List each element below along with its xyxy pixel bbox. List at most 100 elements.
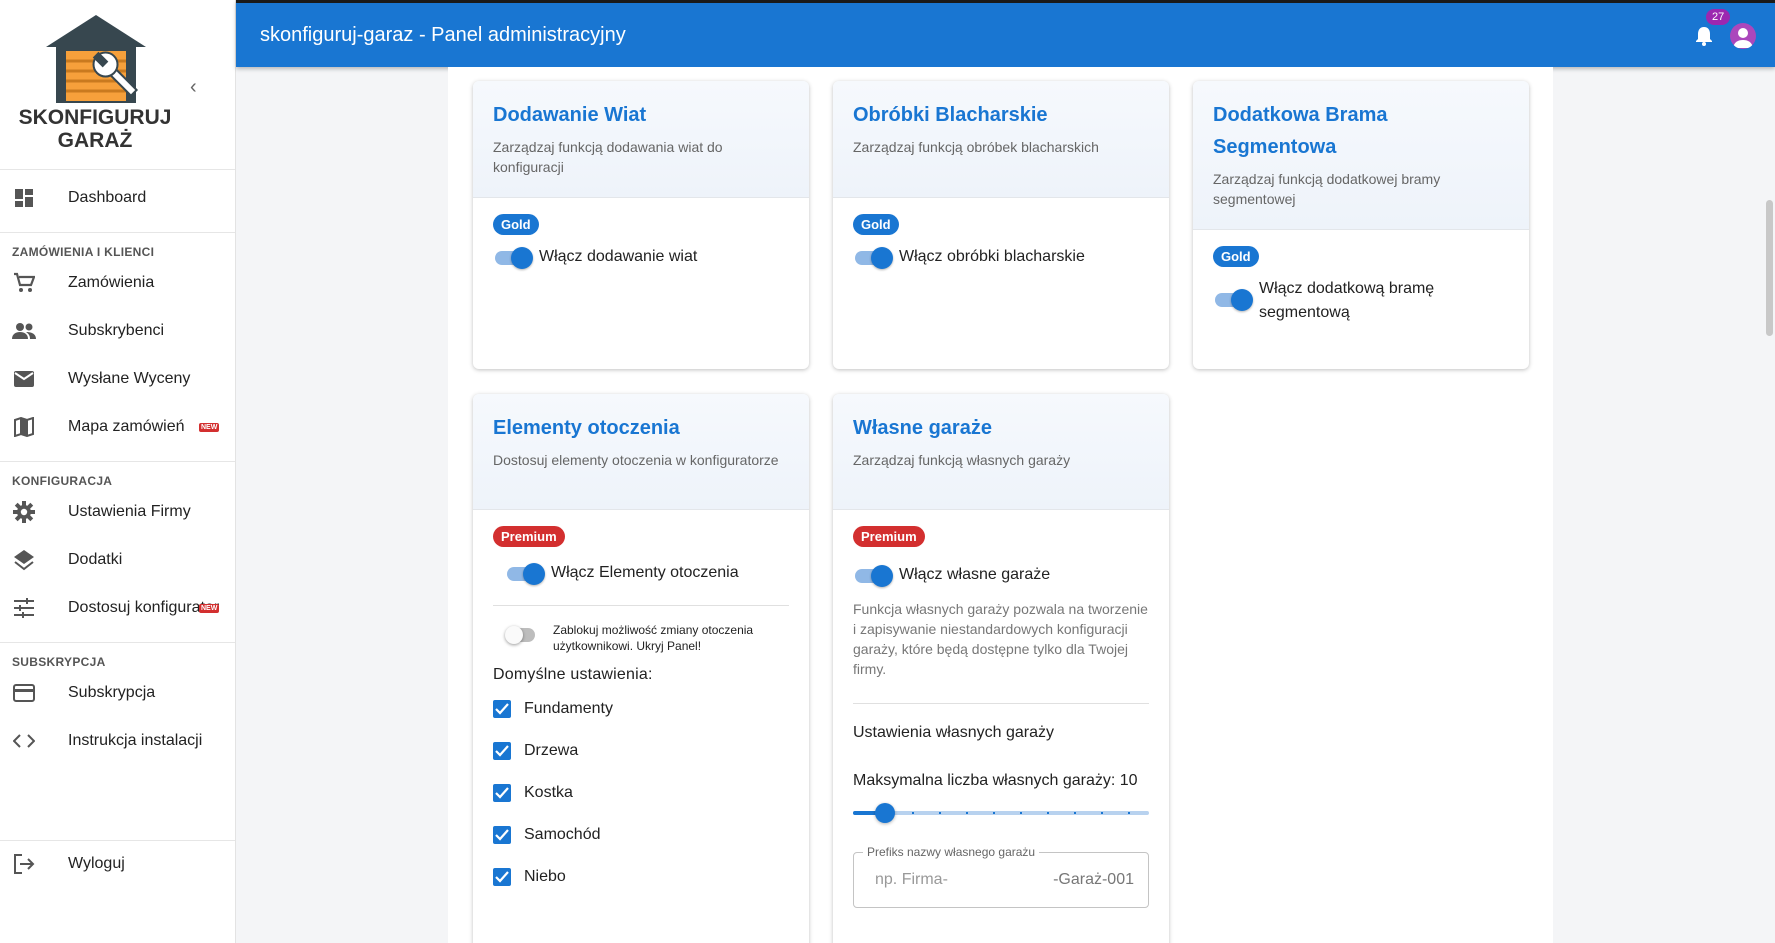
card-description: Zarządzaj funkcją dodatkowej bramy segme… xyxy=(1213,171,1441,207)
gold-badge: Gold xyxy=(1213,246,1259,267)
slider-step-mark xyxy=(1046,812,1049,814)
flashing-toggle[interactable] xyxy=(853,245,893,269)
checkbox-checked-icon[interactable] xyxy=(493,784,511,802)
carports-toggle[interactable] xyxy=(493,245,533,269)
layers-icon xyxy=(12,548,36,572)
toggle-label: Włącz własne garaże xyxy=(899,566,1051,583)
card-description: Zarządzaj funkcją dodawania wiat do konf… xyxy=(493,139,723,175)
max-garages-label: Maksymalna liczba własnych garaży: 10 xyxy=(853,772,1138,789)
checkbox-label: Fundamenty xyxy=(524,700,613,717)
sidebar-item-label: Wyloguj xyxy=(68,855,125,872)
checkbox-label: Kostka xyxy=(524,784,573,801)
slider-step-mark xyxy=(1073,812,1076,814)
card-flashing: Obróbki Blacharskie Zarządzaj funkcją ob… xyxy=(833,81,1169,369)
own-garages-settings-title: Ustawienia własnych garaży xyxy=(853,724,1054,741)
card-surroundings: Elementy otoczenia Dostosuj elementy oto… xyxy=(473,394,809,943)
sidebar-item-label: Dashboard xyxy=(68,189,147,206)
code-icon xyxy=(12,729,36,753)
slider-step-mark xyxy=(1019,812,1022,814)
checkbox-samochod[interactable]: Samochód xyxy=(493,814,789,856)
card-own-garages: Własne garaże Zarządzaj funkcją własnych… xyxy=(833,394,1169,943)
garage-logo-icon xyxy=(46,15,146,103)
avatar[interactable] xyxy=(1730,23,1756,49)
sidebar: SKONFIGURUJ GARAŻ ‹ Dashboard ZAMÓWIENIA… xyxy=(0,0,236,943)
own-garages-toggle[interactable] xyxy=(853,563,893,587)
checkbox-fundamenty[interactable]: Fundamenty xyxy=(493,688,789,730)
card-carports: Dodawanie Wiat Zarządzaj funkcją dodawan… xyxy=(473,81,809,369)
toggle-label: Włącz dodatkową bramę segmentową xyxy=(1259,280,1435,321)
sidebar-item-orders-map[interactable]: Mapa zamówień NEW xyxy=(0,403,235,451)
checkbox-niebo[interactable]: Niebo xyxy=(493,856,789,898)
sidebar-item-company-settings[interactable]: Ustawienia Firmy xyxy=(0,488,235,536)
slider-step-mark xyxy=(1100,812,1103,814)
garage-prefix-field[interactable]: Prefiks nazwy własnego garażu -Garaż-001 xyxy=(853,845,1149,908)
premium-badge: Premium xyxy=(853,526,925,547)
lock-surroundings-toggle[interactable] xyxy=(505,622,539,646)
section-title-config: KONFIGURACJA xyxy=(12,474,113,488)
extra-gate-toggle[interactable] xyxy=(1213,287,1253,311)
card-description: Zarządzaj funkcją własnych garaży xyxy=(853,452,1071,468)
section-title-orders: ZAMÓWIENIA I KLIENCI xyxy=(12,245,155,259)
own-garages-info: Funkcja własnych garaży pozwala na tworz… xyxy=(853,601,1148,677)
surroundings-toggle-row: Włącz Elementy otoczenia xyxy=(493,561,789,585)
flashing-toggle-row: Włącz obróbki blacharskie xyxy=(853,245,1149,269)
extra-gate-toggle-row: Włącz dodatkową bramę segmentową xyxy=(1213,277,1509,325)
sidebar-item-subscription[interactable]: Subskrypcja xyxy=(0,669,235,717)
toggle-label: Włącz Elementy otoczenia xyxy=(551,564,739,581)
tune-icon xyxy=(12,596,36,620)
slider-step-mark xyxy=(938,812,941,814)
sidebar-item-addons[interactable]: Dodatki xyxy=(0,536,235,584)
sidebar-item-label: Subskrypcja xyxy=(68,684,156,701)
cart-icon xyxy=(12,271,36,295)
surroundings-toggle[interactable] xyxy=(505,561,545,585)
credit-card-icon xyxy=(12,681,36,705)
defaults-checkbox-list: Fundamenty Drzewa Kostka Samochód Niebo xyxy=(493,688,789,898)
sidebar-item-logout[interactable]: Wyloguj xyxy=(0,840,235,888)
slider-step-mark xyxy=(965,812,968,814)
sidebar-item-label: Ustawienia Firmy xyxy=(68,503,191,520)
own-garages-toggle-row: Włącz własne garaże xyxy=(853,563,1149,587)
map-icon xyxy=(12,415,36,439)
sidebar-item-label: Instrukcja instalacji xyxy=(68,732,203,749)
garage-prefix-input[interactable] xyxy=(855,854,1051,906)
logo-area: SKONFIGURUJ GARAŻ ‹ xyxy=(0,0,235,170)
checkbox-checked-icon[interactable] xyxy=(493,742,511,760)
bell-icon[interactable] xyxy=(1695,26,1713,46)
card-title: Elementy otoczenia xyxy=(493,417,680,439)
sidebar-item-label: Mapa zamówień xyxy=(68,418,185,435)
card-title: Własne garaże xyxy=(853,417,992,439)
checkbox-checked-icon[interactable] xyxy=(493,700,511,718)
slider-thumb[interactable] xyxy=(875,803,895,823)
checkbox-label: Niebo xyxy=(524,868,566,885)
sidebar-item-label: Dodatki xyxy=(68,551,123,568)
sidebar-item-customize-configurator[interactable]: Dostosuj konfigurator NEW xyxy=(0,584,235,632)
toggle-label: Włącz obróbki blacharskie xyxy=(899,248,1085,265)
sidebar-item-label: Subskrybenci xyxy=(68,322,165,339)
sidebar-item-install-guide[interactable]: Instrukcja instalacji xyxy=(0,717,235,765)
sidebar-item-label: Wysłane Wyceny xyxy=(68,370,191,387)
sidebar-item-sent-quotes[interactable]: Wysłane Wyceny xyxy=(0,355,235,403)
card-title: Dodatkowa Brama Segmentowa xyxy=(1213,104,1388,158)
section-title-subscription: SUBSKRYPCJA xyxy=(12,655,106,669)
page-scrollbar[interactable] xyxy=(1766,200,1773,336)
gold-badge: Gold xyxy=(493,214,539,235)
sidebar-item-dashboard[interactable]: Dashboard xyxy=(0,174,235,222)
checkbox-kostka[interactable]: Kostka xyxy=(493,772,789,814)
card-description: Zarządzaj funkcją obróbek blacharskich xyxy=(853,139,1099,155)
sidebar-item-orders[interactable]: Zamówienia xyxy=(0,259,235,307)
checkbox-checked-icon[interactable] xyxy=(493,868,511,886)
max-garages-slider[interactable] xyxy=(853,798,1149,828)
checkbox-label: Samochód xyxy=(524,826,601,843)
collapse-sidebar-icon[interactable]: ‹ xyxy=(190,76,197,99)
new-badge: NEW xyxy=(199,603,220,613)
sidebar-item-subscribers[interactable]: Subskrybenci xyxy=(0,307,235,355)
carports-toggle-row: Włącz dodawanie wiat xyxy=(493,245,789,269)
checkbox-label: Drzewa xyxy=(524,742,579,759)
checkbox-drzewa[interactable]: Drzewa xyxy=(493,730,789,772)
logo-text: SKONFIGURUJ GARAŻ xyxy=(18,106,172,152)
logout-icon xyxy=(12,852,36,876)
card-title: Dodawanie Wiat xyxy=(493,104,647,126)
gold-badge: Gold xyxy=(853,214,899,235)
people-icon xyxy=(12,319,36,343)
checkbox-checked-icon[interactable] xyxy=(493,826,511,844)
